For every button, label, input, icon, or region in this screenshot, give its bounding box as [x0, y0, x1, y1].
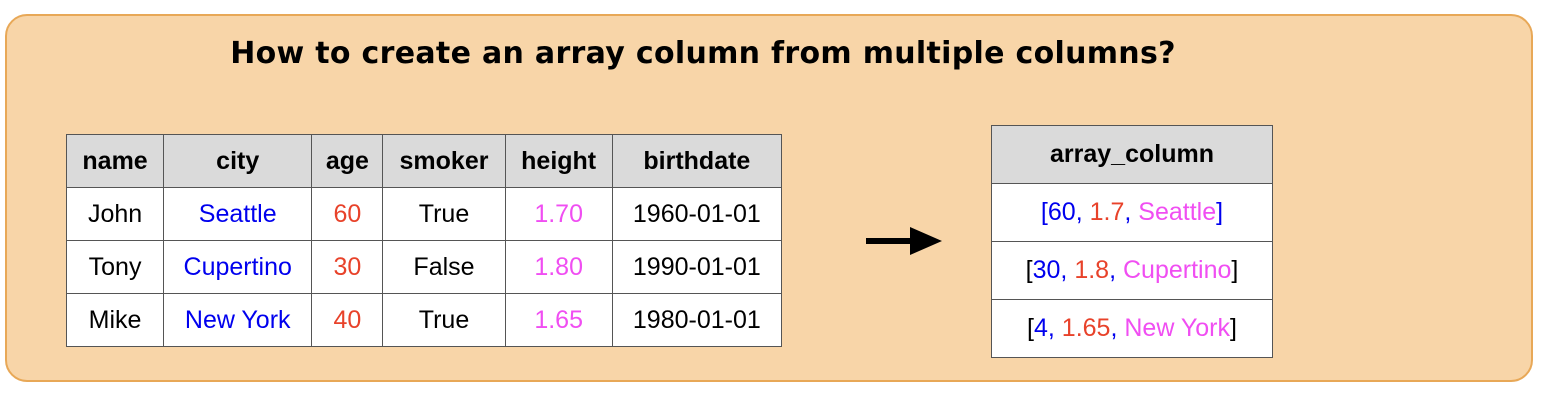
array-age: 60 — [1047, 198, 1076, 226]
table-row: [60, 1.7, Seattle] — [991, 183, 1273, 242]
cell-smoker: False — [382, 240, 506, 294]
table-row: Tony Cupertino 30 False 1.80 1990-01-01 — [65, 240, 783, 294]
bracket-close: ] — [1231, 256, 1239, 284]
cell-name: Tony — [65, 240, 165, 294]
table-row: Mike New York 40 True 1.65 1980-01-01 — [65, 293, 783, 347]
array-city: Seattle — [1138, 198, 1217, 226]
diagram-title: How to create an array column from multi… — [230, 36, 1176, 71]
separator: , — [1110, 314, 1125, 342]
cell-height: 1.65 — [504, 293, 613, 347]
table-row: [30, 1.8, Cupertino] — [991, 241, 1273, 300]
header-name: name — [65, 134, 165, 188]
cell-height: 1.70 — [504, 187, 613, 241]
array-cell: [4, 1.65, New York] — [991, 299, 1273, 358]
result-table: array_column [60, 1.7, Seattle] [30, 1.8… — [991, 125, 1273, 358]
cell-age: 40 — [311, 293, 384, 347]
separator: , — [1124, 198, 1139, 226]
separator: , — [1060, 256, 1075, 284]
header-birthdate: birthdate — [611, 134, 783, 188]
header-array-column: array_column — [991, 125, 1273, 184]
array-height: 1.65 — [1061, 314, 1111, 342]
cell-name: Mike — [65, 293, 165, 347]
array-city: New York — [1124, 314, 1230, 342]
cell-city: Cupertino — [163, 240, 313, 294]
header-age: age — [311, 134, 384, 188]
separator: , — [1109, 256, 1123, 284]
header-smoker: smoker — [382, 134, 506, 188]
array-cell: [60, 1.7, Seattle] — [991, 183, 1273, 242]
separator: , — [1075, 198, 1090, 226]
cell-age: 60 — [311, 187, 384, 241]
source-table-header-row: name city age smoker height birthdate — [65, 134, 783, 188]
cell-birthdate: 1960-01-01 — [611, 187, 783, 241]
source-table: name city age smoker height birthdate Jo… — [65, 134, 783, 347]
array-cell: [30, 1.8, Cupertino] — [991, 241, 1273, 300]
array-height: 1.7 — [1089, 198, 1125, 226]
bracket-close: ] — [1230, 314, 1237, 342]
bracket-open: [ — [1025, 256, 1033, 284]
cell-height: 1.80 — [504, 240, 613, 294]
separator: , — [1047, 314, 1062, 342]
array-age: 4 — [1033, 314, 1048, 342]
cell-smoker: True — [382, 293, 506, 347]
header-city: city — [163, 134, 313, 188]
table-row: John Seattle 60 True 1.70 1960-01-01 — [65, 187, 783, 241]
cell-city: Seattle — [163, 187, 313, 241]
bracket-open: [ — [1040, 198, 1048, 226]
right-arrow-icon — [866, 227, 942, 255]
header-height: height — [504, 134, 613, 188]
cell-smoker: True — [382, 187, 506, 241]
result-table-header-row: array_column — [991, 125, 1273, 184]
table-row: [4, 1.65, New York] — [991, 299, 1273, 358]
bracket-open: [ — [1027, 314, 1034, 342]
cell-age: 30 — [311, 240, 384, 294]
cell-name: John — [65, 187, 165, 241]
cell-city: New York — [163, 293, 313, 347]
cell-birthdate: 1990-01-01 — [611, 240, 783, 294]
array-city: Cupertino — [1122, 256, 1232, 284]
bracket-close: ] — [1216, 198, 1224, 226]
array-age: 30 — [1032, 256, 1061, 284]
array-height: 1.8 — [1074, 256, 1110, 284]
cell-birthdate: 1980-01-01 — [611, 293, 783, 347]
